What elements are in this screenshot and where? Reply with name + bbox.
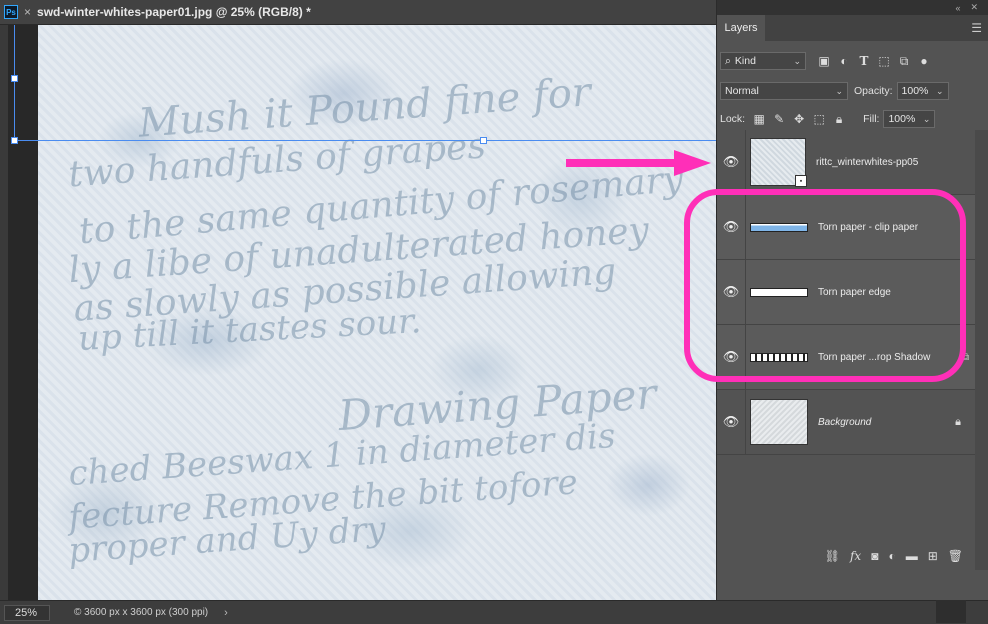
smart-object-badge-icon: ▪	[795, 175, 807, 187]
divider	[745, 325, 746, 389]
fx-icon[interactable]: fx	[850, 549, 861, 563]
close-tab-icon[interactable]: ×	[24, 5, 31, 19]
divider	[745, 390, 746, 454]
layers-list: 👁︎ ▪ rittc_winterwhites-pp05 👁︎ Torn pap…	[717, 130, 975, 457]
filter-kind-select[interactable]: ⌕ Kind ⌄	[720, 52, 806, 70]
chevron-down-icon: ⌄	[922, 113, 931, 124]
divider	[745, 260, 746, 324]
image-canvas[interactable]: Mush it Pound fine for two handfuls of g…	[38, 25, 716, 600]
annotation-arrow-icon	[566, 150, 711, 176]
link-layers-icon[interactable]: ⛓	[825, 549, 840, 563]
filter-pixel-icon[interactable]: ▣	[814, 52, 834, 70]
blend-mode-select[interactable]: Normal ⌄	[720, 82, 848, 100]
document-title: swd-winter-whites-paper01.jpg @ 25% (RGB…	[37, 5, 311, 19]
filter-smart-object-icon[interactable]: ⧉	[894, 52, 914, 70]
delete-layer-icon[interactable]: 🗑︎	[948, 549, 963, 563]
transform-guide-vertical	[14, 25, 15, 141]
filter-row: ⌕ Kind ⌄ ▣ ◐ T ⬚ ⧉ ●	[717, 49, 988, 73]
transform-handle[interactable]	[11, 75, 18, 82]
filter-shape-icon[interactable]: ⬚	[874, 52, 894, 70]
layer-name[interactable]: Torn paper edge	[818, 287, 891, 298]
chevron-down-icon: ⌄	[835, 85, 843, 96]
new-adjustment-layer-icon[interactable]: ◐	[888, 549, 895, 563]
visibility-eye-icon[interactable]: 👁︎	[717, 414, 745, 430]
document-info: © 3600 px x 3600 px (300 ppi)	[74, 607, 209, 618]
layers-scrollbar[interactable]	[975, 130, 988, 570]
search-icon: ⌕	[725, 54, 731, 67]
lock-all-icon[interactable]: 🔒︎	[829, 110, 849, 128]
status-bar: 25% © 3600 px x 3600 px (300 ppi) ›	[0, 600, 988, 624]
panel-menu-icon[interactable]: ☰	[971, 21, 982, 35]
filter-adjustment-icon[interactable]: ◐	[834, 52, 854, 70]
panel-title-bar: « ✕	[717, 0, 988, 15]
fill-value: 100%	[888, 113, 916, 125]
annotation-arrow-shape	[566, 150, 711, 176]
layer-row[interactable]: 👁︎ Torn paper ...rop Shadow ⧉	[717, 325, 975, 390]
chevron-down-icon: ⌄	[793, 55, 801, 66]
layers-panel-footer: ⛓ fx ◙ ◐ ▬ ⊞ 🗑︎	[717, 542, 975, 570]
photoshop-icon: Ps	[4, 5, 18, 19]
new-layer-icon[interactable]: ⊞	[928, 549, 938, 563]
panel-tabs: Layers ☰	[717, 15, 988, 41]
visibility-eye-icon[interactable]: 👁︎	[717, 284, 745, 300]
filter-kind-label: Kind	[734, 55, 756, 67]
divider	[745, 195, 746, 259]
tab-layers[interactable]: Layers	[717, 15, 765, 41]
zoom-level-field[interactable]: 25%	[4, 604, 50, 621]
linked-layer-icon: ⧉	[961, 351, 969, 363]
layer-name[interactable]: Torn paper ...rop Shadow	[818, 352, 930, 363]
visibility-eye-icon[interactable]: 👁︎	[717, 154, 745, 170]
chevron-down-icon: ⌄	[935, 85, 944, 96]
layer-name[interactable]: rittc_winterwhites-pp05	[816, 157, 918, 168]
document-tab[interactable]: Ps × swd-winter-whites-paper01.jpg @ 25%…	[0, 0, 716, 25]
visibility-eye-icon[interactable]: 👁︎	[717, 349, 745, 365]
lock-image-pixels-icon[interactable]: ✎	[769, 110, 789, 128]
layers-panel: « ✕ Layers ☰ ⌕ Kind ⌄ ▣ ◐ T ⬚ ⧉ ● Normal…	[716, 0, 988, 600]
layer-row[interactable]: 👁︎ Torn paper edge	[717, 260, 975, 325]
transform-guide-horizontal	[14, 140, 716, 141]
close-panel-icon[interactable]: ✕	[970, 2, 978, 13]
lock-artboard-icon[interactable]: ⬚	[809, 110, 829, 128]
layer-thumbnail	[750, 287, 808, 297]
lock-icon: 🔒︎	[955, 415, 961, 428]
divider	[745, 130, 746, 194]
layer-name[interactable]: Background	[818, 417, 871, 428]
new-group-folder-icon[interactable]: ▬	[906, 549, 918, 563]
opacity-field[interactable]: 100% ⌄	[896, 82, 949, 100]
layer-name[interactable]: Torn paper - clip paper	[818, 222, 918, 233]
collapse-panel-icon[interactable]: «	[955, 3, 960, 13]
lock-transparent-pixels-icon[interactable]: ▦	[749, 110, 769, 128]
blend-mode-value: Normal	[725, 85, 759, 97]
opacity-value: 100%	[901, 85, 929, 97]
transform-handle[interactable]	[480, 137, 487, 144]
filter-type-icon[interactable]: T	[854, 52, 874, 70]
status-menu-chevron-icon[interactable]: ›	[224, 607, 228, 619]
filter-toggle-icon[interactable]: ●	[914, 52, 934, 70]
lock-label: Lock:	[720, 113, 746, 125]
horizontal-scrollbar[interactable]	[936, 600, 966, 623]
fill-field[interactable]: 100% ⌄	[883, 110, 936, 128]
fill-label: Fill:	[863, 113, 880, 125]
layer-row[interactable]: 👁︎ ▪ rittc_winterwhites-pp05	[717, 130, 975, 195]
layer-thumbnail: ▪	[750, 138, 807, 187]
layer-thumbnail	[750, 222, 808, 232]
opacity-label: Opacity:	[854, 85, 893, 97]
vertical-ruler	[0, 25, 8, 600]
layer-thumbnail	[750, 399, 808, 445]
lock-row: Lock: ▦ ✎ ✥ ⬚ 🔒︎ Fill: 100% ⌄	[717, 105, 988, 133]
layer-thumbnail	[750, 352, 808, 362]
visibility-eye-icon[interactable]: 👁︎	[717, 219, 745, 235]
layer-row[interactable]: 👁︎ Background 🔒︎	[717, 390, 975, 455]
layer-row[interactable]: 👁︎ Torn paper - clip paper	[717, 195, 975, 260]
lock-position-icon[interactable]: ✥	[789, 110, 809, 128]
transform-handle[interactable]	[11, 137, 18, 144]
add-mask-icon[interactable]: ◙	[871, 549, 878, 563]
blend-row: Normal ⌄ Opacity: 100% ⌄	[717, 77, 988, 105]
